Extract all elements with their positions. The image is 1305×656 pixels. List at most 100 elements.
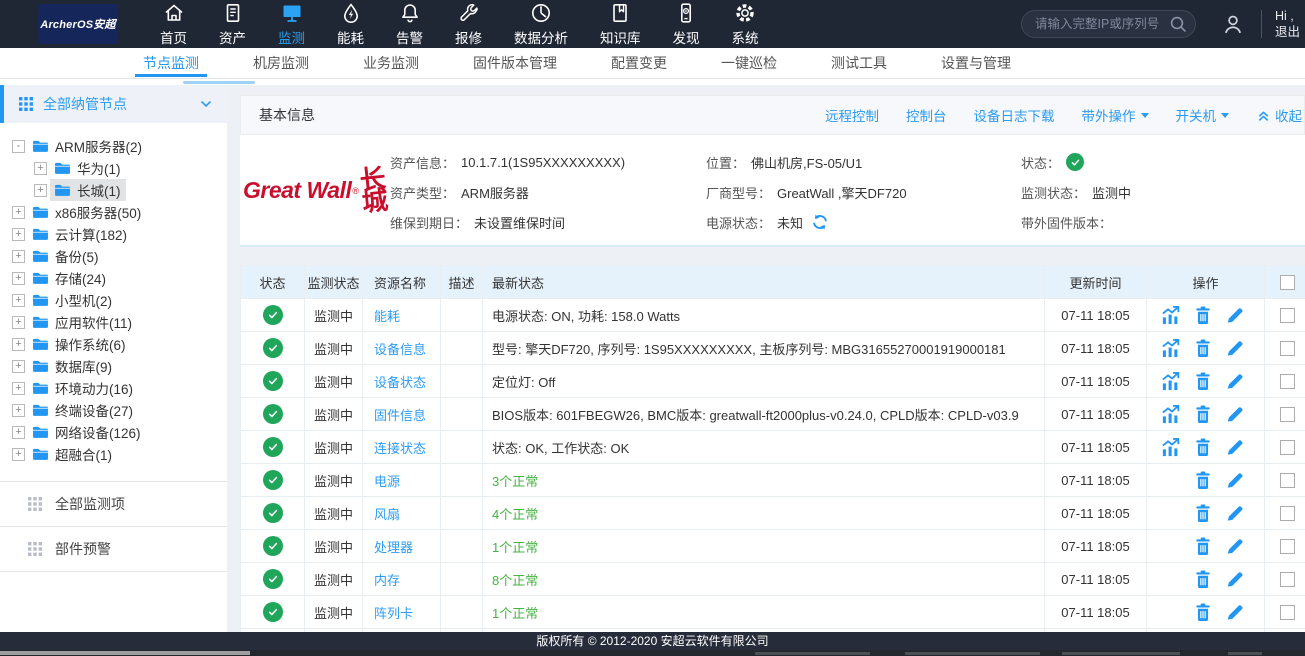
edit-icon[interactable] <box>1225 404 1245 424</box>
tree-node-network-devices[interactable]: +网络设备(126) <box>0 421 227 443</box>
select-all-checkbox[interactable] <box>1280 275 1295 290</box>
tab-one-key-inspection[interactable]: 一键巡检 <box>716 48 782 78</box>
resource-link[interactable]: 设备状态 <box>374 375 426 390</box>
row-checkbox[interactable] <box>1280 308 1295 323</box>
tree-node-application-software[interactable]: +应用软件(11) <box>0 311 227 333</box>
edit-icon[interactable] <box>1225 536 1245 556</box>
chart-icon[interactable] <box>1160 437 1181 458</box>
delete-icon[interactable] <box>1194 503 1212 523</box>
resource-link[interactable]: 连接状态 <box>374 441 426 456</box>
resource-link[interactable]: 固件信息 <box>374 408 426 423</box>
row-checkbox[interactable] <box>1280 506 1295 521</box>
chart-icon[interactable] <box>1160 305 1181 326</box>
app-logo[interactable]: ArcherOS安超 <box>38 4 118 44</box>
resource-link[interactable]: 阵列卡 <box>374 606 413 621</box>
row-checkbox[interactable] <box>1280 341 1295 356</box>
logout-link[interactable]: 退出 <box>1275 24 1305 40</box>
nav-item-monitoring[interactable]: 监测 <box>278 1 305 47</box>
edit-icon[interactable] <box>1225 437 1245 457</box>
nav-item-repair[interactable]: 报修 <box>455 1 482 47</box>
delete-icon[interactable] <box>1194 371 1212 391</box>
expand-expander-icon[interactable]: + <box>12 272 25 285</box>
expand-expander-icon[interactable]: + <box>12 206 25 219</box>
tab-room-monitoring[interactable]: 机房监测 <box>248 48 314 78</box>
console-link[interactable]: 控制台 <box>906 105 947 125</box>
tab-settings-management[interactable]: 设置与管理 <box>936 48 1016 78</box>
user-avatar-icon[interactable] <box>1220 11 1246 37</box>
resource-link[interactable]: 设备信息 <box>374 342 426 357</box>
expand-expander-icon[interactable]: + <box>12 316 25 329</box>
sidebar-item-component-warning[interactable]: 部件预警 <box>0 527 227 572</box>
nav-item-home[interactable]: 首页 <box>160 1 187 47</box>
expand-expander-icon[interactable]: + <box>12 360 25 373</box>
tree-node-environment-power[interactable]: +环境动力(16) <box>0 377 227 399</box>
row-checkbox[interactable] <box>1280 605 1295 620</box>
tree-node-x86-servers[interactable]: +x86服务器(50) <box>0 201 227 223</box>
tab-node-monitoring[interactable]: 节点监测 <box>138 48 204 78</box>
expand-expander-icon[interactable]: + <box>12 382 25 395</box>
tab-firmware-management[interactable]: 固件版本管理 <box>468 48 562 78</box>
chart-icon[interactable] <box>1160 371 1181 392</box>
search-icon[interactable] <box>1169 15 1187 33</box>
row-checkbox[interactable] <box>1280 440 1295 455</box>
row-checkbox[interactable] <box>1280 473 1295 488</box>
delete-icon[interactable] <box>1194 569 1212 589</box>
tree-node-storage[interactable]: +存储(24) <box>0 267 227 289</box>
nav-item-assets[interactable]: 资产 <box>219 1 246 47</box>
resource-link[interactable]: 能耗 <box>374 309 400 324</box>
tab-test-tools[interactable]: 测试工具 <box>826 48 892 78</box>
tree-node-operating-system[interactable]: +操作系统(6) <box>0 333 227 355</box>
expand-expander-icon[interactable]: + <box>12 228 25 241</box>
delete-icon[interactable] <box>1194 338 1212 358</box>
sidebar-header-all-nodes[interactable]: 全部纳管节点 <box>0 85 227 123</box>
edit-icon[interactable] <box>1225 470 1245 490</box>
row-checkbox[interactable] <box>1280 539 1295 554</box>
row-checkbox[interactable] <box>1280 407 1295 422</box>
tree-node-backup[interactable]: +备份(5) <box>0 245 227 267</box>
delete-icon[interactable] <box>1194 536 1212 556</box>
tree-node-cloud-computing[interactable]: +云计算(182) <box>0 223 227 245</box>
nav-item-energy[interactable]: 能耗 <box>337 1 364 47</box>
expand-expander-icon[interactable]: + <box>34 162 47 175</box>
nav-item-discovery[interactable]: 发现 <box>673 1 700 47</box>
edit-icon[interactable] <box>1225 602 1245 622</box>
bottom-scrollbar[interactable] <box>0 650 1305 656</box>
tree-node-minicomputer[interactable]: +小型机(2) <box>0 289 227 311</box>
resource-link[interactable]: 风扇 <box>374 507 400 522</box>
sidebar-item-all-monitoring-items[interactable]: 全部监测项 <box>0 482 227 527</box>
tree-node-huawei[interactable]: +华为(1) <box>0 157 227 179</box>
expand-expander-icon[interactable]: + <box>12 250 25 263</box>
horizontal-scrollbar-thumb[interactable] <box>183 81 255 84</box>
resource-link[interactable]: 电源 <box>374 474 400 489</box>
edit-icon[interactable] <box>1225 338 1245 358</box>
nav-item-system[interactable]: 系统 <box>732 1 759 47</box>
tab-business-monitoring[interactable]: 业务监测 <box>358 48 424 78</box>
bottom-scrollbar-thumb[interactable] <box>0 651 250 655</box>
chart-icon[interactable] <box>1160 338 1181 359</box>
power-switch-dropdown[interactable]: 开关机 <box>1176 105 1230 125</box>
expand-expander-icon[interactable]: + <box>12 294 25 307</box>
tree-node-terminal-devices[interactable]: +终端设备(27) <box>0 399 227 421</box>
chart-icon[interactable] <box>1160 404 1181 425</box>
device-log-download-link[interactable]: 设备日志下载 <box>974 105 1055 125</box>
edit-icon[interactable] <box>1225 371 1245 391</box>
tree-node-database[interactable]: +数据库(9) <box>0 355 227 377</box>
row-checkbox[interactable] <box>1280 572 1295 587</box>
edit-icon[interactable] <box>1225 503 1245 523</box>
edit-icon[interactable] <box>1225 305 1245 325</box>
expand-expander-icon[interactable]: + <box>12 404 25 417</box>
nav-item-data-analysis[interactable]: 数据分析 <box>514 1 568 47</box>
delete-icon[interactable] <box>1194 305 1212 325</box>
resource-link[interactable]: 内存 <box>374 573 400 588</box>
delete-icon[interactable] <box>1194 437 1212 457</box>
tree-node-arm-servers[interactable]: -ARM服务器(2) <box>0 135 227 157</box>
edit-icon[interactable] <box>1225 569 1245 589</box>
row-checkbox[interactable] <box>1280 374 1295 389</box>
delete-icon[interactable] <box>1194 602 1212 622</box>
nav-item-knowledge-base[interactable]: 知识库 <box>600 1 641 47</box>
tab-config-change[interactable]: 配置变更 <box>606 48 672 78</box>
expand-expander-icon[interactable]: + <box>12 448 25 461</box>
tree-node-hyperconverged[interactable]: +超融合(1) <box>0 443 227 465</box>
nav-item-alarm[interactable]: 告警 <box>396 1 423 47</box>
refresh-icon[interactable] <box>811 213 829 231</box>
